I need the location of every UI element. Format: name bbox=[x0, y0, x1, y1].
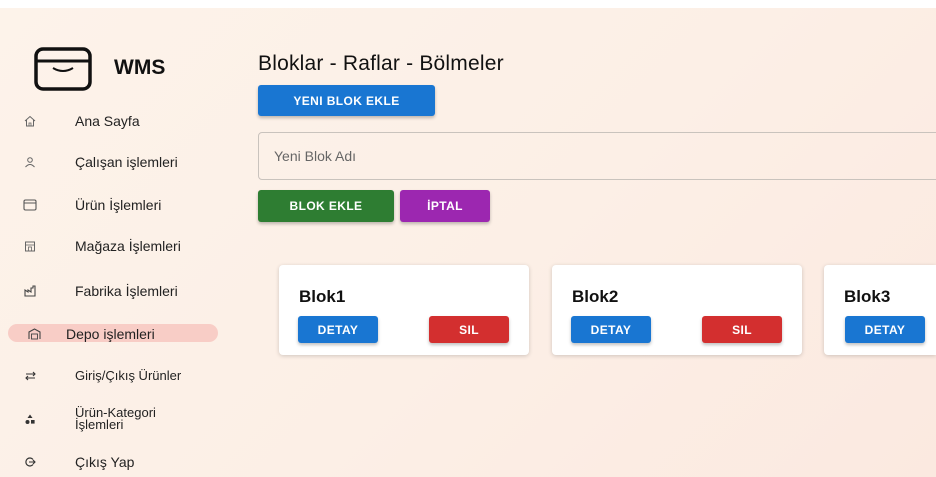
sidebar-item-label: Ürün-Kategori İşlemleri bbox=[75, 405, 156, 432]
logout-icon bbox=[22, 454, 38, 470]
sidebar-item-product-category[interactable]: Ürün-Kategori İşlemleri bbox=[0, 404, 230, 434]
delete-button[interactable]: SIL bbox=[702, 316, 782, 343]
block-name: Blok1 bbox=[299, 287, 346, 306]
sidebar-item-label: Çıkış Yap bbox=[75, 454, 135, 470]
add-block-button[interactable]: BLOK EKLE bbox=[258, 190, 394, 222]
home-icon bbox=[22, 113, 38, 129]
page-title: Bloklar - Raflar - Bölmeler bbox=[258, 52, 504, 75]
new-block-button[interactable]: YENI BLOK EKLE bbox=[258, 85, 435, 116]
cancel-button[interactable]: İPTAL bbox=[400, 190, 490, 222]
sidebar-item-warehouse[interactable]: Depo işlemleri bbox=[0, 322, 230, 346]
sidebar-item-home[interactable]: Ana Sayfa bbox=[0, 106, 230, 136]
sidebar-item-label: Mağaza İşlemleri bbox=[75, 238, 181, 254]
swap-icon bbox=[22, 368, 38, 384]
sidebar: WMS Ana Sayfa Çalışan işlemleri Ürün İşl… bbox=[0, 0, 240, 477]
detail-button[interactable]: DETAY bbox=[845, 316, 925, 343]
block-name: Blok2 bbox=[572, 287, 619, 306]
box-icon bbox=[22, 197, 38, 213]
sidebar-item-label: Ürün İşlemleri bbox=[75, 197, 162, 213]
new-block-field bbox=[258, 132, 936, 180]
block-card: Blok3 DETAY bbox=[824, 265, 936, 355]
block-name: Blok3 bbox=[844, 287, 891, 306]
detail-button[interactable]: DETAY bbox=[298, 316, 378, 343]
store-icon bbox=[22, 238, 38, 254]
sidebar-item-factories[interactable]: Fabrika İşlemleri bbox=[0, 276, 230, 306]
warehouse-icon bbox=[26, 326, 42, 342]
detail-button[interactable]: DETAY bbox=[571, 316, 651, 343]
sidebar-item-label: Fabrika İşlemleri bbox=[75, 283, 178, 299]
category-icon bbox=[22, 411, 38, 427]
sidebar-item-products[interactable]: Ürün İşlemleri bbox=[0, 190, 230, 220]
app-name: WMS bbox=[114, 56, 166, 79]
sidebar-item-label: Giriş/Çıkış Ürünler bbox=[75, 368, 182, 383]
sidebar-item-stores[interactable]: Mağaza İşlemleri bbox=[0, 231, 230, 261]
block-card: Blok2 DETAY SIL bbox=[552, 265, 802, 355]
sidebar-item-logout[interactable]: Çıkış Yap bbox=[0, 447, 230, 477]
new-block-input[interactable] bbox=[259, 133, 936, 179]
sidebar-item-label: Depo işlemleri bbox=[66, 326, 155, 342]
delete-button[interactable]: SIL bbox=[429, 316, 509, 343]
sidebar-item-employees[interactable]: Çalışan işlemleri bbox=[0, 147, 230, 177]
sidebar-item-in-out-products[interactable]: Giriş/Çıkış Ürünler bbox=[0, 361, 230, 391]
factory-icon bbox=[22, 283, 38, 299]
sidebar-item-label: Çalışan işlemleri bbox=[75, 154, 178, 170]
user-icon bbox=[22, 154, 38, 170]
sidebar-item-label: Ana Sayfa bbox=[75, 113, 140, 129]
block-card: Blok1 DETAY SIL bbox=[279, 265, 529, 355]
box-logo-icon bbox=[34, 47, 92, 91]
